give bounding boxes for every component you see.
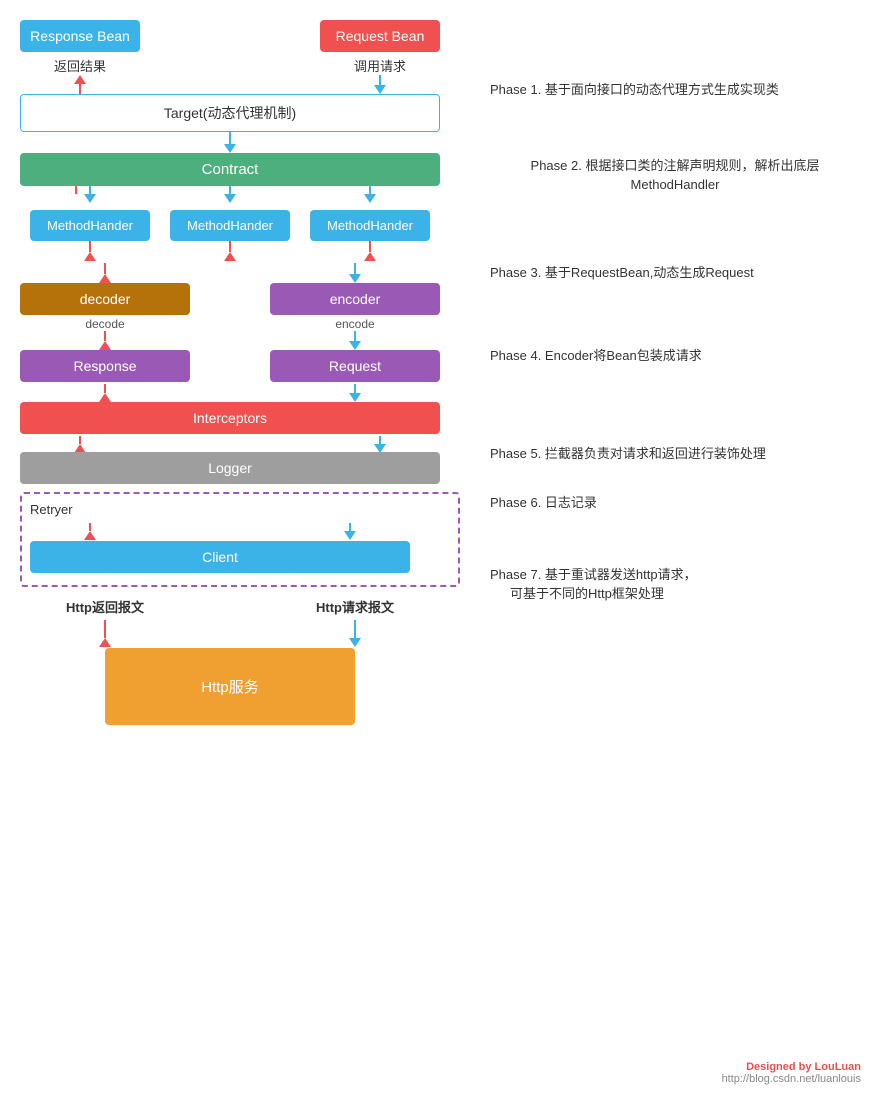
method1-box: MethodHander (30, 210, 150, 241)
vline-target-contract (229, 132, 231, 144)
http-return-label: Http返回报文 (66, 600, 144, 615)
request-bean-box: Request Bean (320, 20, 440, 52)
phase3-text: Phase 3. 基于RequestBean,动态生成Request (490, 263, 860, 283)
left-diagram: Response Bean Request Bean 返回结果 调用请求 (20, 20, 460, 725)
vline-contract-m2 (229, 186, 231, 194)
response-box: Response (20, 350, 190, 382)
arrow-contract-m2 (224, 194, 236, 203)
phase5-text: Phase 5. 拦截器负责对请求和返回进行装饰处理 (490, 444, 860, 464)
arrow-contract-m3 (364, 194, 376, 203)
response-bean-box: Response Bean (20, 20, 140, 52)
target-box: Target(动态代理机制) (20, 94, 440, 132)
call-label: 调用请求 (320, 56, 440, 75)
retryer-box: Retryer (20, 492, 460, 587)
designed-label: Designed by LouLuan (746, 1061, 861, 1073)
right-phases: Phase 1. 基于面向接口的动态代理方式生成实现类 Phase 2. 根据接… (490, 80, 860, 604)
encoder-box: encoder (270, 283, 440, 315)
arrow-contract-m1 (84, 194, 96, 203)
vline-blue-right (379, 75, 381, 85)
logger-box: Logger (20, 452, 440, 484)
contract-box: Contract (20, 153, 440, 186)
method3-box: MethodHander (310, 210, 430, 241)
footer-url: http://blog.csdn.net/luanlouis (722, 1073, 861, 1085)
diagram-area: Response Bean Request Bean 返回结果 调用请求 (0, 0, 871, 1095)
phase2-text: Phase 2. 根据接口类的注解声明规则，解析出底层 MethodHandle… (490, 156, 860, 195)
arrow-target-contract (224, 144, 236, 153)
decoder-box: decoder (20, 283, 190, 315)
vline-contract-m1 (89, 186, 91, 194)
vline-contract-m3 (369, 186, 371, 194)
interceptors-box: Interceptors (20, 402, 440, 434)
decode-label: decode (85, 317, 124, 331)
retryer-label: Retryer (30, 502, 450, 517)
encode-label: encode (335, 317, 374, 331)
footer: Designed by LouLuan http://blog.csdn.net… (722, 1061, 861, 1085)
method2-box: MethodHander (170, 210, 290, 241)
phase1-text: Phase 1. 基于面向接口的动态代理方式生成实现类 (490, 80, 860, 100)
return-label: 返回结果 (20, 56, 140, 75)
phase4-text: Phase 4. Encoder将Bean包装成请求 (490, 346, 860, 366)
phase6-text: Phase 6. 日志记录 (490, 493, 860, 513)
http-request-label: Http请求报文 (316, 600, 394, 615)
client-box: Client (30, 541, 410, 573)
vline-red-left (79, 84, 81, 94)
phase7-text: Phase 7. 基于重试器发送http请求， 可基于不同的Http框架处理 (490, 565, 860, 604)
http-service-box: Http服务 (105, 648, 355, 725)
arrow-up-red-left (74, 75, 86, 84)
arrow-down-blue-right (374, 85, 386, 94)
request-box: Request (270, 350, 440, 382)
response-bean-col: Response Bean (20, 20, 140, 52)
request-bean-col: Request Bean (320, 20, 440, 52)
